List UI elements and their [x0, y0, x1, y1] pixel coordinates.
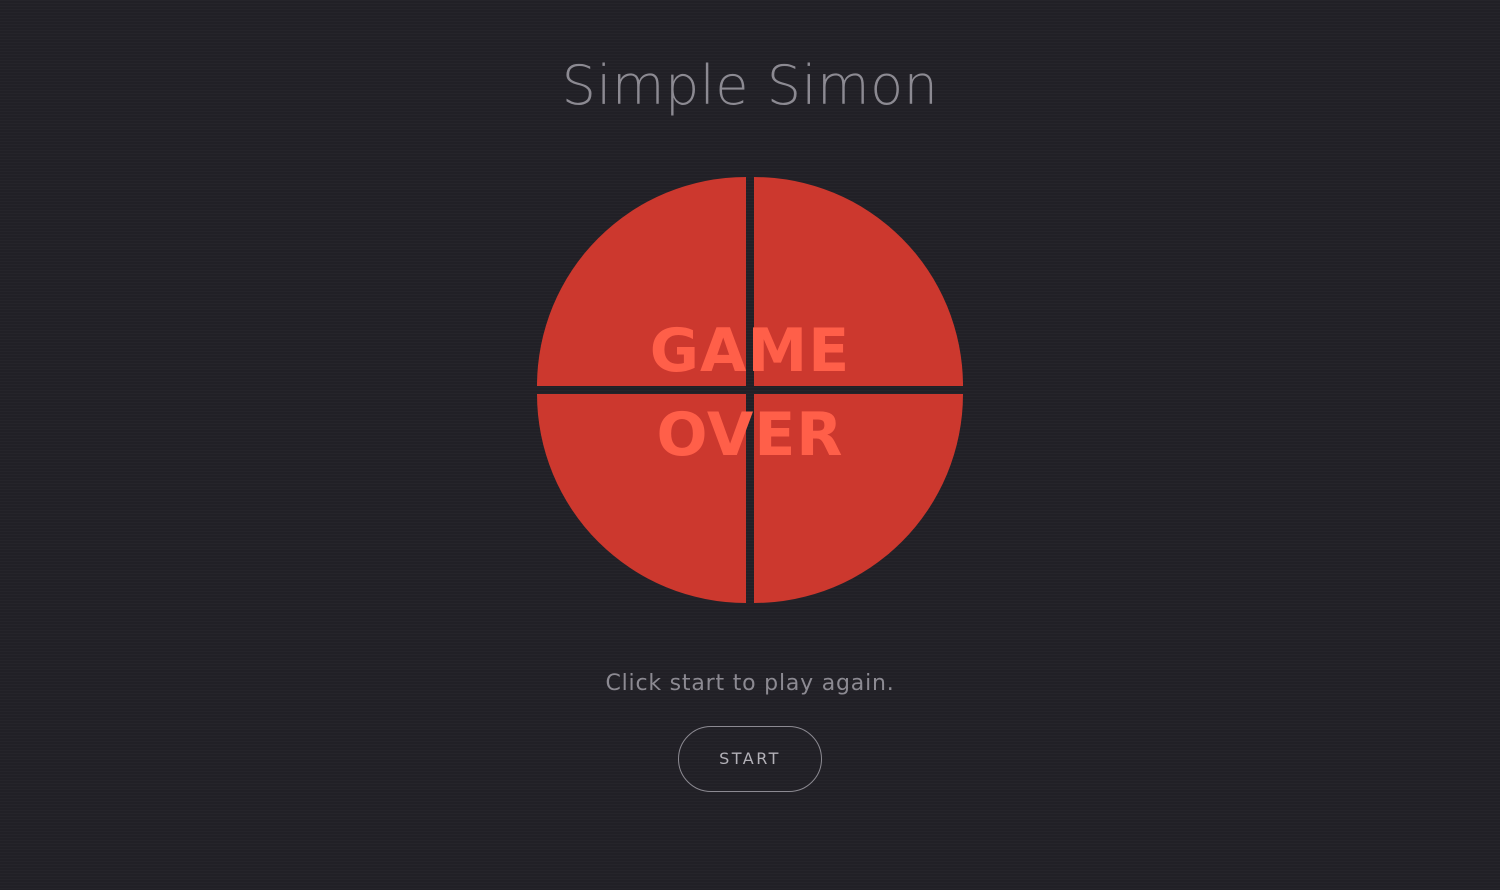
- quadrant-top-left[interactable]: [537, 177, 746, 386]
- start-button[interactable]: START: [678, 726, 822, 792]
- quadrant-bottom-left[interactable]: [537, 394, 746, 603]
- status-message: Click start to play again.: [605, 671, 895, 696]
- quadrant-bottom-right[interactable]: [754, 394, 963, 603]
- page-title: Simple Simon: [561, 54, 939, 117]
- simon-board: GAME OVER: [537, 177, 963, 603]
- quadrant-top-right[interactable]: [754, 177, 963, 386]
